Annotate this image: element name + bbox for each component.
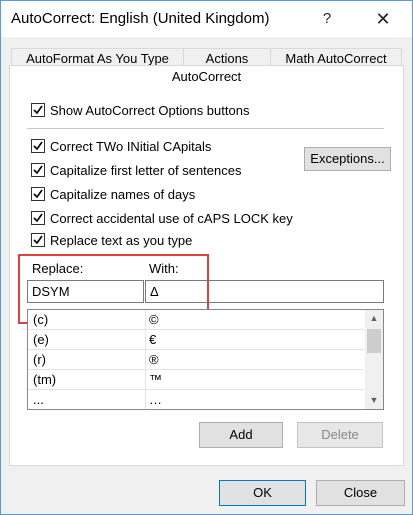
show-options-buttons-checkbox[interactable]: [31, 103, 45, 117]
names-of-days-checkbox[interactable]: [31, 187, 45, 201]
list-item[interactable]: (tm) ™: [28, 370, 364, 390]
checkmark-icon: [33, 105, 43, 115]
entry-with: …: [149, 392, 162, 407]
checkmark-icon: [33, 165, 43, 175]
checkmark-icon: [33, 189, 43, 199]
dialog-title: AutoCorrect: English (United Kingdom): [11, 10, 270, 27]
ok-button[interactable]: OK: [219, 480, 306, 506]
show-options-buttons-label: Show AutoCorrect Options buttons: [50, 103, 250, 118]
help-button[interactable]: ?: [310, 7, 344, 31]
entry-replace: ...: [33, 392, 44, 407]
caps-lock-checkbox[interactable]: [31, 211, 45, 225]
two-initials-label: Correct TWo INitial CApitals: [50, 139, 212, 154]
section-divider: [27, 128, 384, 129]
list-scrollbar[interactable]: ▲ ▼: [365, 310, 383, 409]
caps-lock-label: Correct accidental use of cAPS LOCK key: [50, 211, 293, 226]
replace-text-checkbox[interactable]: [31, 233, 45, 247]
list-item[interactable]: (r) ®: [28, 350, 364, 370]
title-bar: AutoCorrect: English (United Kingdom) ? …: [1, 1, 412, 37]
entry-replace: (r): [33, 352, 46, 367]
entry-replace: (c): [33, 312, 49, 327]
list-item[interactable]: (c) ©: [28, 310, 364, 330]
entry-replace: (e): [33, 332, 49, 347]
checkmark-icon: [33, 213, 43, 223]
first-letter-checkbox[interactable]: [31, 163, 45, 177]
autocorrect-dialog: AutoCorrect: English (United Kingdom) ? …: [0, 0, 413, 515]
checkmark-icon: [33, 141, 43, 151]
exceptions-button[interactable]: Exceptions...: [304, 147, 391, 171]
entry-replace: (tm): [33, 372, 57, 387]
add-button[interactable]: Add: [199, 422, 283, 448]
list-item[interactable]: ... …: [28, 390, 364, 409]
list-item[interactable]: (e) €: [28, 330, 364, 350]
entry-with: ™: [149, 372, 162, 387]
names-of-days-label: Capitalize names of days: [50, 187, 196, 202]
scroll-thumb[interactable]: [367, 329, 381, 353]
close-window-button[interactable]: ✕: [366, 7, 400, 31]
scroll-down-icon[interactable]: ▼: [365, 392, 383, 409]
scroll-up-icon[interactable]: ▲: [365, 310, 383, 327]
entry-with: ®: [149, 352, 159, 367]
checkmark-icon: [33, 235, 43, 245]
entry-with: ©: [149, 312, 159, 327]
replace-text-label: Replace text as you type: [50, 233, 193, 248]
two-initials-checkbox[interactable]: [31, 139, 45, 153]
close-button[interactable]: Close: [316, 480, 405, 506]
first-letter-label: Capitalize first letter of sentences: [50, 163, 242, 178]
entry-with: €: [149, 332, 157, 347]
tab-autocorrect[interactable]: AutoCorrect: [9, 65, 404, 88]
delete-button[interactable]: Delete: [297, 422, 383, 448]
autocorrect-entries-list[interactable]: (c) © (e) € (r) ® (tm) ™ ... … ▲ ▼: [27, 309, 384, 410]
